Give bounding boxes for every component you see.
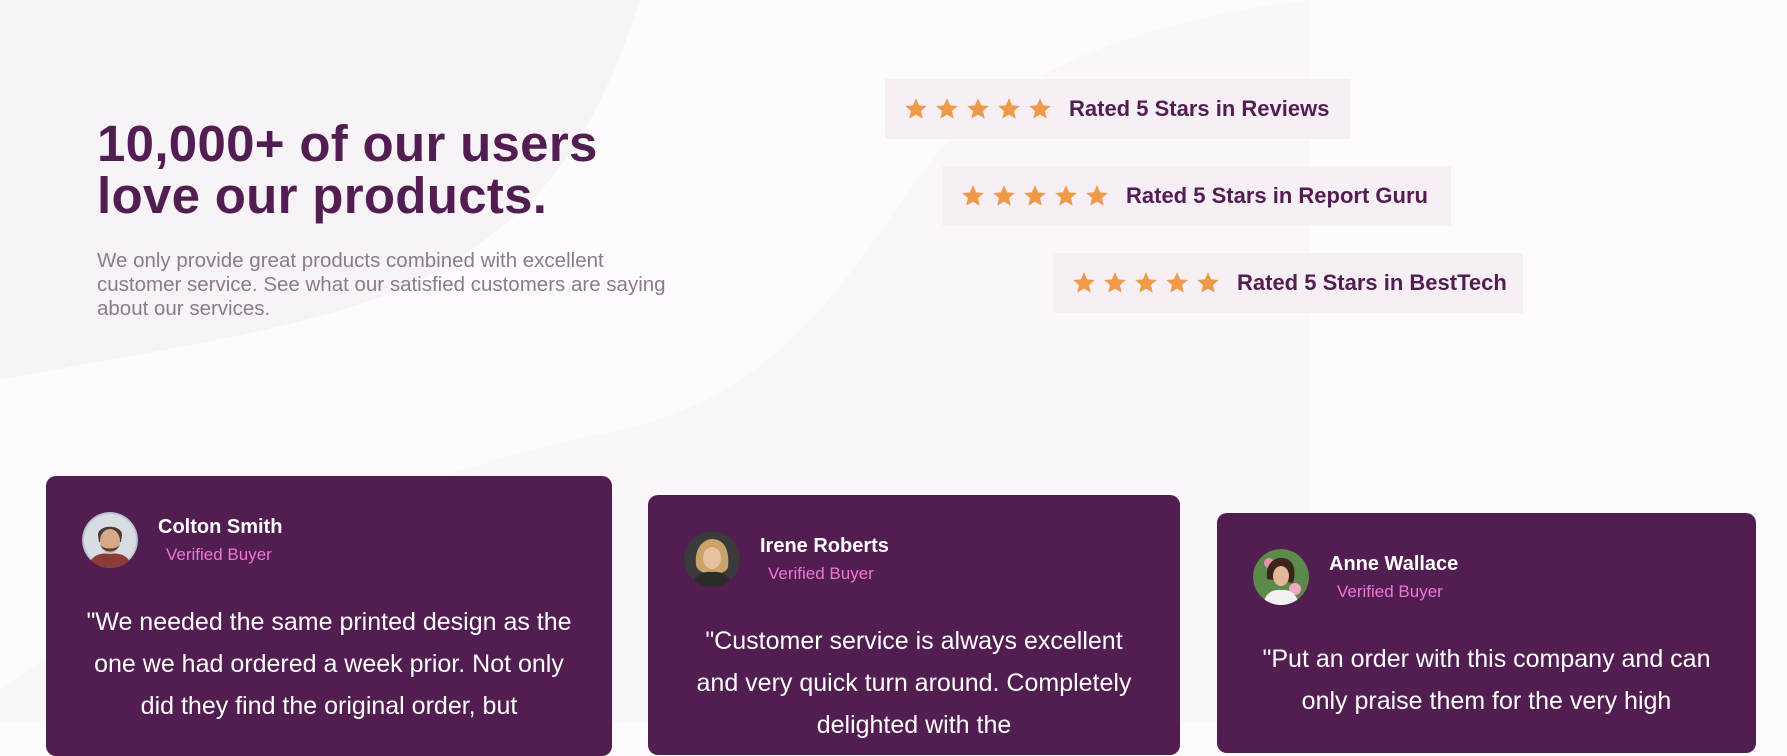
star-icon — [962, 185, 984, 206]
verified-buyer-badge: Verified Buyer — [1337, 582, 1443, 601]
star-icon — [1029, 98, 1051, 119]
star-icon — [1086, 185, 1108, 206]
rating-label: Rated 5 Stars in BestTech — [1237, 270, 1507, 295]
testimonial-card-anne-wallace: Anne Wallace Verified Buyer "Put an orde… — [1217, 513, 1756, 753]
avatar — [1253, 549, 1309, 605]
page-title: 10,000+ of our users love our products. — [97, 118, 697, 222]
testimonial-quote: "We needed the same printed design as th… — [86, 608, 572, 720]
star-icon — [998, 98, 1020, 119]
avatar — [684, 531, 740, 587]
star-icon — [936, 98, 958, 119]
rating-label: Rated 5 Stars in Reviews — [1069, 96, 1330, 121]
testimonial-card-irene-roberts: Irene Roberts Verified Buyer "Customer s… — [648, 495, 1180, 755]
title-line-1: 10,000+ of our users — [97, 115, 598, 172]
testimonial-card-colton-smith: Colton Smith Verified Buyer "We needed t… — [46, 476, 612, 756]
verified-buyer-badge: Verified Buyer — [166, 545, 272, 564]
card-header: Irene Roberts Verified Buyer — [648, 495, 1180, 587]
hero-section: 10,000+ of our users love our products. … — [97, 118, 697, 321]
rating-reviews: Rated 5 Stars in Reviews — [885, 79, 1350, 139]
rating-label: Rated 5 Stars in Report Guru — [1126, 183, 1428, 208]
star-icon — [905, 98, 927, 119]
star-icon — [993, 185, 1015, 206]
star-icon — [1135, 272, 1157, 293]
star-icon — [1024, 185, 1046, 206]
testimonial-quote: "Customer service is always excellent an… — [696, 627, 1132, 739]
avatar — [82, 512, 138, 568]
testimonial-quote: "Put an order with this company and can … — [1262, 645, 1711, 715]
star-icon — [1073, 272, 1095, 293]
rating-report-guru: Rated 5 Stars in Report Guru — [942, 166, 1451, 226]
reviewer-name: Irene Roberts — [760, 535, 889, 557]
star-icon — [967, 98, 989, 119]
title-line-2: love our products. — [97, 167, 548, 224]
reviewer-name: Colton Smith — [158, 516, 283, 538]
hero-description: We only provide great products combined … — [97, 249, 666, 320]
star-icon — [1055, 185, 1077, 206]
star-icon — [1197, 272, 1219, 293]
star-rating — [903, 96, 1053, 122]
star-icon — [1104, 272, 1126, 293]
star-icon — [1166, 272, 1188, 293]
star-rating — [960, 183, 1110, 209]
rating-besttech: Rated 5 Stars in BestTech — [1053, 253, 1523, 313]
reviewer-name: Anne Wallace — [1329, 553, 1459, 575]
card-header: Anne Wallace Verified Buyer — [1217, 513, 1756, 605]
star-rating — [1071, 270, 1221, 296]
verified-buyer-badge: Verified Buyer — [768, 564, 874, 583]
card-header: Colton Smith Verified Buyer — [46, 476, 612, 568]
